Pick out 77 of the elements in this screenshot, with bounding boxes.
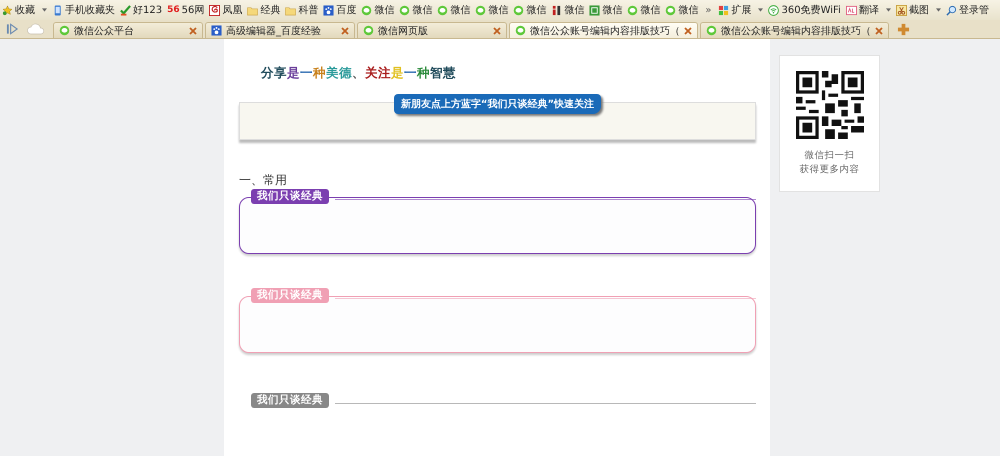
card-tag: 我们只谈经典 [251, 392, 329, 408]
bars-icon [551, 4, 562, 16]
section-heading: 一、常用 [239, 172, 287, 189]
bookmark-link[interactable]: 扩展 [718, 3, 764, 17]
bookmark-link[interactable]: 科普 [285, 3, 318, 17]
card-tag: 我们只谈经典 [251, 288, 329, 302]
chat-bubble-icon [475, 4, 486, 16]
bookmark-link[interactable]: 登录管 [946, 3, 989, 17]
bookmark-link[interactable]: 百度 [323, 3, 356, 17]
folder-icon [285, 4, 296, 16]
browser-tab[interactable]: 微信公众账号编辑内容排版技巧（ [700, 22, 889, 38]
close-icon[interactable] [684, 26, 692, 34]
chat-bubble-icon [363, 25, 374, 36]
browser-tab[interactable]: 微信公众平台 [53, 22, 203, 38]
bookmark-link[interactable]: 微信 [665, 3, 698, 17]
paw-icon [323, 4, 334, 16]
wifi-icon [768, 4, 780, 16]
bookmark-link[interactable]: 微信 [437, 3, 470, 17]
follow-banner: 新朋友点上方蓝字“我们只谈经典”快速关注 [394, 94, 602, 114]
translate-icon [846, 4, 857, 16]
bookmark-link[interactable]: 微信 [551, 3, 584, 17]
square-icon [589, 4, 600, 16]
spiral-icon [209, 4, 220, 16]
close-icon[interactable] [493, 26, 501, 34]
search-icon [946, 4, 957, 16]
logo-text: 56 [167, 5, 180, 15]
chat-bubble-icon [513, 4, 524, 16]
chat-bubble-icon [627, 4, 638, 16]
folder-icon [247, 4, 258, 16]
bookmark-link[interactable]: 微信 [627, 3, 660, 17]
bookmark-link[interactable]: 好123 [120, 3, 162, 17]
close-icon[interactable] [341, 26, 349, 34]
browser-tab[interactable]: 微信公众账号编辑内容排版技巧（ [509, 22, 698, 38]
qr-code-drawing [796, 71, 864, 139]
bookmark-link[interactable]: 翻译 [846, 3, 891, 17]
close-icon[interactable] [189, 26, 197, 34]
tab-title: 微信网页版 [378, 24, 429, 38]
bookmark-link[interactable]: 收藏 [2, 3, 47, 17]
chat-bubble-icon [399, 4, 410, 16]
browser-tab[interactable]: 高级编辑器_百度经验 [205, 22, 355, 38]
scissors-icon [896, 4, 907, 16]
qr-caption: 获得更多内容 [800, 163, 860, 177]
chat-bubble-icon [665, 4, 676, 16]
more-bookmarks-button[interactable]: » [703, 4, 714, 16]
chat-bubble-icon [706, 25, 717, 36]
phone-icon [52, 4, 63, 16]
bookmark-link[interactable]: 360免费WiFi [768, 3, 841, 17]
close-icon[interactable] [875, 26, 883, 34]
star-icon [2, 4, 13, 16]
tab-title: 微信公众账号编辑内容排版技巧（ [530, 24, 680, 38]
browser-tab[interactable]: 微信网页版 [357, 22, 507, 38]
slogan-text: 分享是一种美德、关注是一种智慧 [261, 65, 456, 82]
bookmark-link[interactable]: 微信 [589, 3, 622, 17]
new-tab-icon[interactable] [897, 23, 910, 36]
qr-caption: 微信扫一扫 [804, 149, 854, 163]
paw-icon [211, 25, 222, 36]
checkmark-icon [120, 4, 131, 16]
bookmark-link[interactable]: 微信 [399, 3, 432, 17]
bookmark-link[interactable]: 微信 [475, 3, 508, 17]
chat-bubble-icon [361, 4, 372, 16]
sidebar-toggle-icon[interactable] [6, 23, 19, 35]
tab-title: 高级编辑器_百度经验 [226, 24, 322, 38]
bookmark-link[interactable]: 手机收藏夹 [52, 3, 115, 17]
card-tag: 我们只谈经典 [251, 188, 329, 204]
chat-bubble-icon [515, 25, 526, 36]
bookmark-link[interactable]: 微信 [361, 3, 394, 17]
bookmark-link[interactable]: 微信 [513, 3, 546, 17]
bookmark-link[interactable]: 凤凰 [209, 3, 242, 17]
cloud-icon[interactable] [27, 23, 45, 35]
bookmark-link[interactable]: 经典 [247, 3, 280, 17]
tab-title: 微信公众平台 [74, 24, 135, 38]
bookmark-link[interactable]: 截图 [896, 3, 941, 17]
bookmark-link[interactable]: 56 56网 [167, 3, 204, 17]
tab-title: 微信公众账号编辑内容排版技巧（ [721, 24, 871, 38]
chat-bubble-icon [437, 4, 448, 16]
puzzle-icon [718, 4, 730, 16]
chat-bubble-icon [59, 25, 70, 36]
